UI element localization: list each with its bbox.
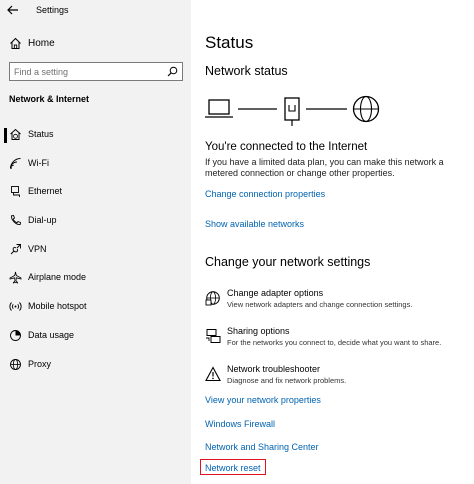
airplane-icon xyxy=(9,272,22,284)
search-box[interactable] xyxy=(9,62,183,81)
sidebar-item-label: Dial-up xyxy=(28,215,57,226)
title-bar: Settings xyxy=(0,0,191,22)
section-label: Network & Internet xyxy=(9,94,90,104)
network-sharing-center-link[interactable]: Network and Sharing Center xyxy=(205,442,319,452)
vpn-icon xyxy=(10,243,21,255)
sidebar-item-ethernet[interactable]: Ethernet xyxy=(0,179,191,208)
sidebar-item-label: Proxy xyxy=(28,358,52,369)
laptop-icon xyxy=(205,99,233,118)
sidebar-item-proxy[interactable]: Proxy xyxy=(0,352,191,381)
sidebar-item-data-usage[interactable]: Data usage xyxy=(0,323,191,352)
setting-title: Sharing options xyxy=(227,326,290,336)
main-content: Status Network status You're connected t… xyxy=(191,0,474,484)
setting-description: For the networks you connect to, decide … xyxy=(227,338,442,347)
sidebar-item-status[interactable]: Status xyxy=(0,122,191,151)
sidebar-item-label: Ethernet xyxy=(28,186,63,197)
sidebar-item-label: Wi-Fi xyxy=(28,157,49,168)
setting-description: View network adapters and change connect… xyxy=(227,300,413,309)
page-title: Status xyxy=(205,33,254,52)
warning-icon xyxy=(205,366,221,382)
sidebar-item-dial-up[interactable]: Dial-up xyxy=(0,208,191,237)
ethernet-icon xyxy=(11,186,20,198)
app-title: Settings xyxy=(36,5,69,15)
network-troubleshooter-item[interactable]: Network troubleshooter Diagnose and fix … xyxy=(205,364,467,398)
sidebar-item-label: Data usage xyxy=(28,329,75,340)
sidebar-item-vpn[interactable]: VPN xyxy=(0,237,191,266)
sidebar-item-label: Airplane mode xyxy=(28,272,87,283)
selection-indicator xyxy=(4,128,7,143)
hotspot-icon xyxy=(9,302,22,311)
search-icon[interactable] xyxy=(167,66,178,77)
network-status-diagram xyxy=(205,95,380,126)
data-usage-icon xyxy=(10,329,21,341)
globe-icon xyxy=(10,358,21,370)
phone-icon xyxy=(11,215,21,226)
home-label: Home xyxy=(28,38,55,49)
nav-list: Status Wi-Fi Ethernet Dial-up VPN Airpla… xyxy=(0,122,191,380)
sidebar-item-label: Mobile hotspot xyxy=(28,301,87,312)
connected-description: If you have a limited data plan, you can… xyxy=(205,157,444,178)
highlight-box xyxy=(200,459,266,475)
connected-heading: You're connected to the Internet xyxy=(205,141,368,153)
home-nav-item[interactable]: Home xyxy=(0,33,191,55)
change-connection-properties-link[interactable]: Change connection properties xyxy=(205,189,325,199)
internet-globe-icon xyxy=(352,95,380,123)
search-input[interactable] xyxy=(14,65,159,78)
sidebar: Settings Home Network & Internet Status xyxy=(0,0,191,484)
home-icon xyxy=(10,37,21,49)
sidebar-item-mobile-hotspot[interactable]: Mobile hotspot xyxy=(0,294,191,323)
router-icon xyxy=(284,97,300,126)
sharing-options-item[interactable]: Sharing options For the networks you con… xyxy=(205,326,467,360)
sidebar-item-label: Status xyxy=(28,129,54,139)
wifi-icon xyxy=(10,157,21,169)
setting-title: Network troubleshooter xyxy=(227,364,321,374)
sidebar-item-airplane-mode[interactable]: Airplane mode xyxy=(0,265,191,294)
windows-firewall-link[interactable]: Windows Firewall xyxy=(205,419,275,429)
sidebar-item-label: VPN xyxy=(28,243,47,254)
sidebar-item-wifi[interactable]: Wi-Fi xyxy=(0,151,191,180)
back-arrow-icon[interactable] xyxy=(6,3,20,17)
change-settings-heading: Change your network settings xyxy=(205,255,371,269)
network-status-heading: Network status xyxy=(205,64,288,78)
sharing-icon xyxy=(206,329,221,343)
setting-title: Change adapter options xyxy=(227,288,324,298)
view-network-properties-link[interactable]: View your network properties xyxy=(205,395,321,405)
home-globe-icon xyxy=(10,128,21,140)
adapter-icon xyxy=(205,291,220,306)
change-adapter-options-item[interactable]: Change adapter options View network adap… xyxy=(205,288,467,322)
setting-description: Diagnose and fix network problems. xyxy=(227,376,347,385)
show-available-networks-link[interactable]: Show available networks xyxy=(205,219,304,229)
